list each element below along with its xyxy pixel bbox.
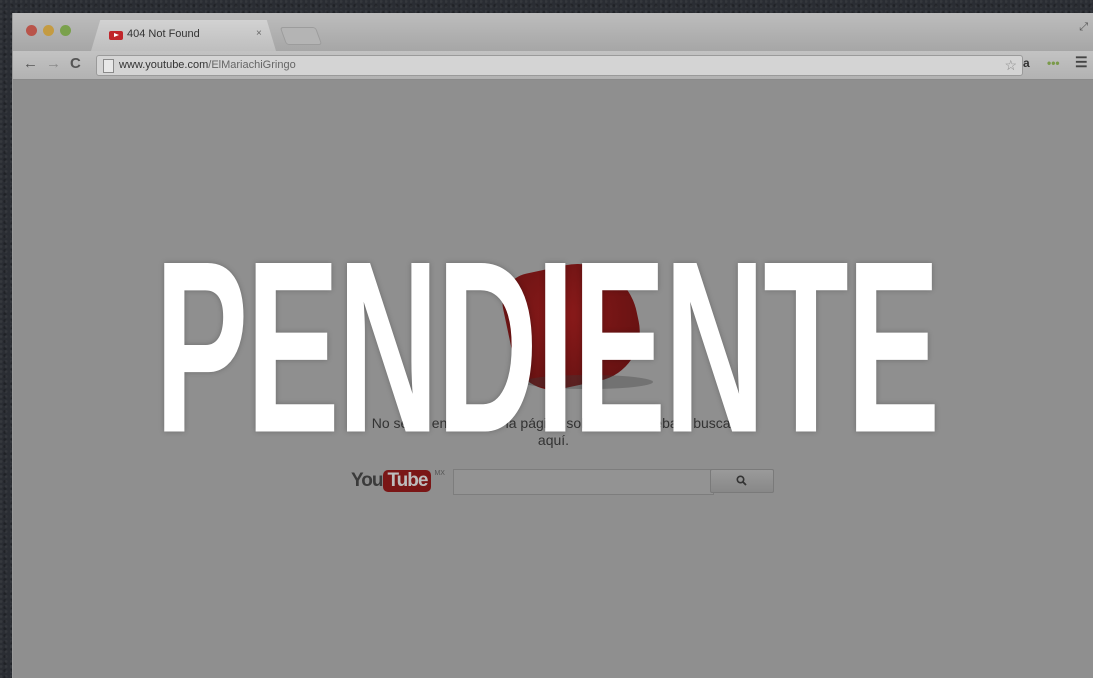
tab-close-icon[interactable]: × xyxy=(256,28,262,39)
url-path: /ElMariachiGringo xyxy=(208,59,296,71)
forward-arrow-icon[interactable]: → xyxy=(46,55,61,72)
title-bar: 404 Not Found × ⤢ xyxy=(13,13,1093,51)
maximize-window-button[interactable] xyxy=(60,25,71,36)
extension-dots-icon[interactable]: ••• xyxy=(1047,56,1060,70)
minimize-window-button[interactable] xyxy=(43,25,54,36)
toolbar: ← → C www.youtube.com/ElMariachiGringo ☆… xyxy=(13,51,1093,80)
star-icon[interactable]: ☆ xyxy=(1004,57,1017,74)
tab-title: 404 Not Found xyxy=(127,28,200,40)
page-icon xyxy=(103,59,114,73)
amazon-extension-icon[interactable]: a xyxy=(1023,56,1030,70)
url-domain: www.youtube.com xyxy=(119,59,209,71)
fullscreen-icon[interactable]: ⤢ xyxy=(1079,21,1088,34)
close-window-button[interactable] xyxy=(26,25,37,36)
url-text: www.youtube.com/ElMariachiGringo xyxy=(119,59,296,71)
new-tab-button[interactable] xyxy=(279,27,323,45)
menu-icon[interactable]: ☰ xyxy=(1075,54,1088,71)
back-arrow-icon[interactable]: ← xyxy=(23,55,38,72)
address-bar[interactable]: www.youtube.com/ElMariachiGringo ☆ xyxy=(96,55,1023,76)
browser-tab[interactable]: 404 Not Found × xyxy=(91,20,276,51)
youtube-favicon-icon xyxy=(109,31,123,40)
pending-overlay-text: PENDIENTE xyxy=(154,209,940,484)
reload-icon[interactable]: C xyxy=(70,55,81,72)
